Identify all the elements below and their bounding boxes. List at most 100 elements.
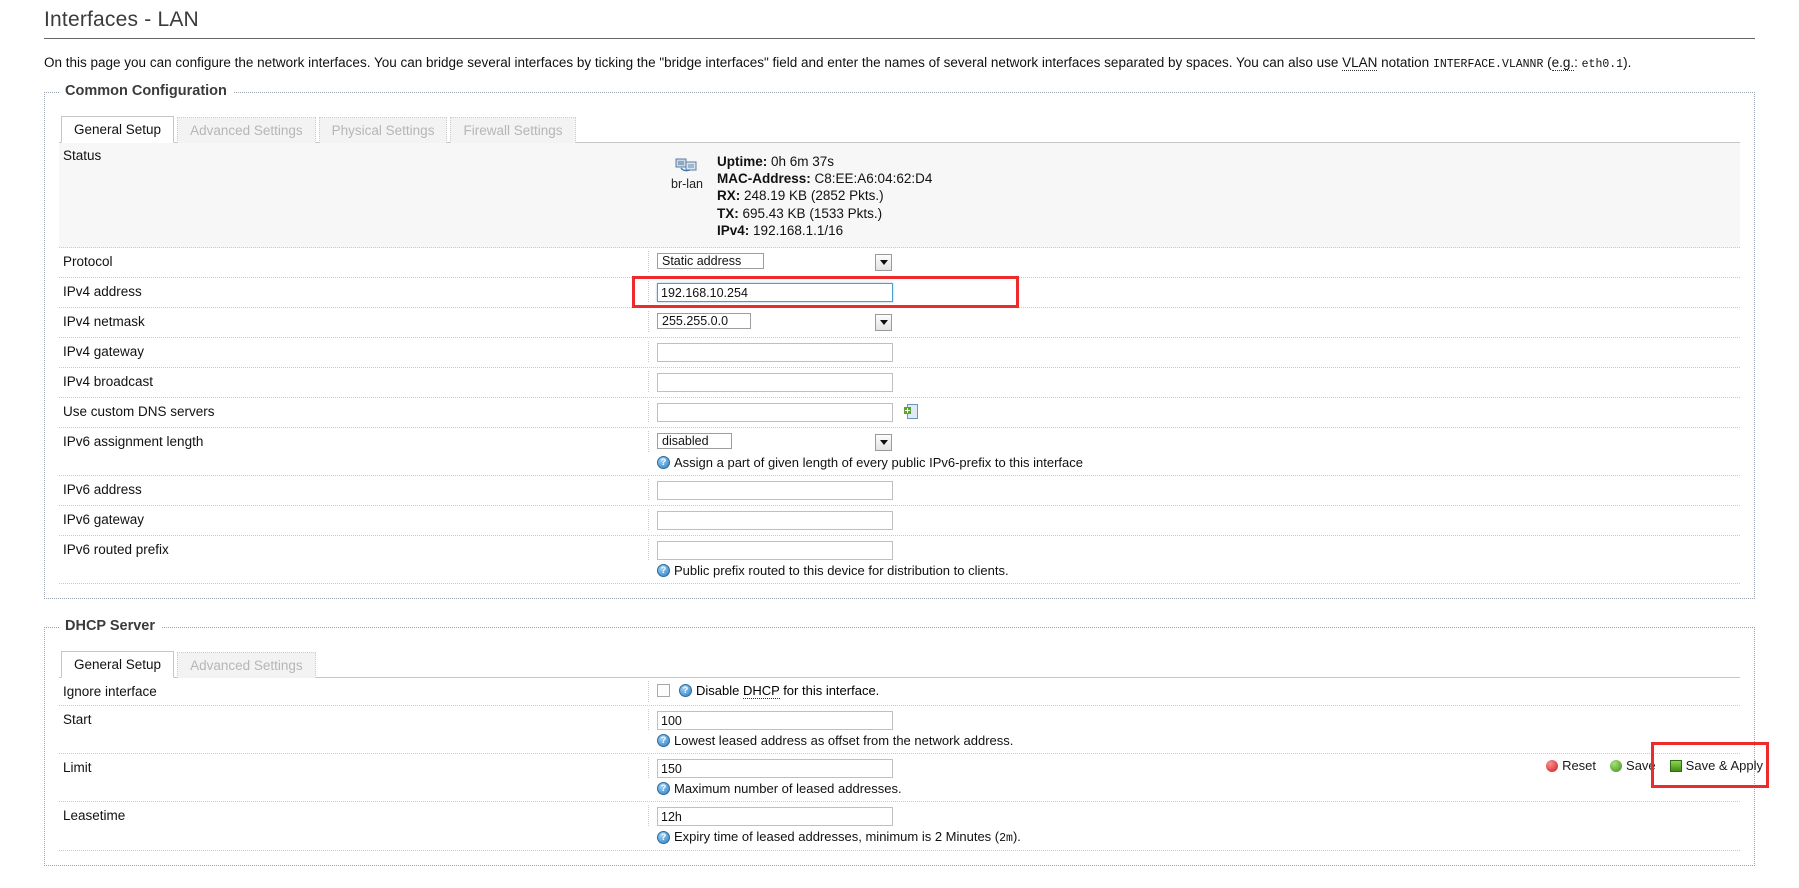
chevron-down-icon[interactable] [875, 434, 892, 451]
ipv6-address-input[interactable] [657, 481, 893, 500]
intro-text-4: : [1574, 55, 1582, 70]
status-val-mac: C8:EE:A6:04:62:D4 [815, 171, 933, 186]
ipv4-netmask-select[interactable]: 255.255.0.0 [657, 313, 893, 332]
ipv6-assignment-length-label: IPv6 assignment length [59, 431, 649, 452]
ipv4-address-label: IPv4 address [59, 281, 649, 302]
common-configuration-legend: Common Configuration [59, 83, 233, 99]
help-icon: ? [657, 564, 670, 577]
ipv4-gateway-input[interactable] [657, 343, 893, 362]
eg-abbr: e.g. [1552, 55, 1575, 71]
dhcp-tab-general-setup[interactable]: General Setup [61, 651, 174, 678]
save-apply-button[interactable]: Save & Apply [1668, 756, 1765, 775]
intro-text-3: ( [1543, 55, 1551, 70]
status-val-rx: 248.19 KB (2852 Pkts.) [744, 188, 884, 203]
ipv4-address-value [649, 281, 1740, 304]
dhcp-leasetime-label: Leasetime [59, 805, 649, 826]
save-apply-icon [1670, 760, 1682, 772]
ignore-interface-label: Ignore interface [59, 681, 649, 702]
dhcp-start-input[interactable] [657, 711, 893, 730]
ignore-interface-hint: Disable DHCP for this interface. [696, 683, 879, 698]
dhcp-server-fieldset: DHCP Server General Setup Advanced Setti… [44, 627, 1755, 866]
save-apply-button-label: Save & Apply [1686, 758, 1763, 773]
ipv6-address-value [649, 479, 1740, 502]
luci-interfaces-lan-page: Interfaces - LAN On this page you can co… [0, 8, 1799, 888]
common-configuration-tabs: General Setup Advanced Settings Physical… [59, 115, 1740, 143]
row-ipv6-assignment-length: IPv6 assignment length disabled ? Assign… [59, 428, 1740, 476]
ipv6-routed-prefix-hint: ? Public prefix routed to this device fo… [657, 563, 1740, 578]
save-button[interactable]: Save [1608, 756, 1658, 775]
ignore-interface-checkbox[interactable] [657, 684, 670, 697]
status-val-uptime: 0h 6m 37s [771, 154, 834, 169]
protocol-value: Static address [649, 251, 1740, 274]
ipv6-address-label: IPv6 address [59, 479, 649, 500]
form-action-buttons: Reset Save Save & Apply [1544, 756, 1765, 775]
ipv4-broadcast-input[interactable] [657, 373, 893, 392]
row-dhcp-limit: Limit ? Maximum number of leased address… [59, 754, 1740, 802]
dhcp-limit-input[interactable] [657, 759, 893, 778]
row-protocol: Protocol Static address [59, 248, 1740, 278]
reset-button[interactable]: Reset [1544, 756, 1598, 775]
add-document-icon[interactable] [904, 404, 918, 420]
protocol-select[interactable]: Static address [657, 253, 893, 272]
ipv6-routed-prefix-input[interactable] [657, 541, 893, 560]
tab-physical-settings[interactable]: Physical Settings [319, 117, 448, 143]
tab-firewall-settings[interactable]: Firewall Settings [450, 117, 575, 143]
ipv4-address-input[interactable] [657, 283, 893, 302]
ignore-interface-hint-pre: Disable [696, 683, 743, 698]
row-ipv4-address: IPv4 address [59, 278, 1740, 308]
eth0-code: eth0.1 [1582, 58, 1623, 71]
row-ipv4-netmask: IPv4 netmask 255.255.0.0 [59, 308, 1740, 338]
ipv4-netmask-select-value: 255.255.0.0 [657, 313, 751, 329]
interface-icon-column: br-lan [657, 153, 717, 191]
dhcp-start-value: ? Lowest leased address as offset from t… [649, 709, 1740, 750]
ipv6-routed-prefix-hint-text: Public prefix routed to this device for … [674, 563, 1009, 578]
ipv4-broadcast-value [649, 371, 1740, 394]
row-dhcp-start: Start ? Lowest leased address as offset … [59, 706, 1740, 754]
status-line-mac: MAC-Address: C8:EE:A6:04:62:D4 [717, 170, 932, 187]
vlan-abbr: VLAN [1342, 55, 1377, 71]
common-configuration-rows: Status [59, 143, 1740, 584]
ipv6-assignment-length-select[interactable]: disabled [657, 433, 893, 452]
ipv4-gateway-value [649, 341, 1740, 364]
custom-dns-value [649, 401, 1740, 424]
leasetime-hint-pre: Expiry time of leased addresses, minimum… [674, 829, 999, 844]
interface-vlannr-code: INTERFACE.VLANNR [1433, 58, 1543, 71]
dhcp-leasetime-input[interactable] [657, 807, 893, 826]
row-dhcp-leasetime: Leasetime ? Expiry time of leased addres… [59, 802, 1740, 851]
dhcp-leasetime-hint-text: Expiry time of leased addresses, minimum… [674, 829, 1021, 845]
ipv6-assignment-length-value: disabled ? Assign a part of given length… [649, 431, 1740, 472]
ipv6-routed-prefix-value: ? Public prefix routed to this device fo… [649, 539, 1740, 580]
help-icon: ? [657, 734, 670, 747]
chevron-down-icon[interactable] [875, 254, 892, 271]
dhcp-start-hint: ? Lowest leased address as offset from t… [657, 733, 1740, 748]
row-status: Status [59, 143, 1740, 248]
status-details: Uptime: 0h 6m 37s MAC-Address: C8:EE:A6:… [717, 153, 932, 239]
row-ipv4-gateway: IPv4 gateway [59, 338, 1740, 368]
dhcp-server-legend: DHCP Server [59, 618, 161, 634]
dhcp-start-label: Start [59, 709, 649, 730]
ipv4-gateway-label: IPv4 gateway [59, 341, 649, 362]
custom-dns-input[interactable] [657, 403, 893, 422]
ipv4-broadcast-label: IPv4 broadcast [59, 371, 649, 392]
row-ipv4-broadcast: IPv4 broadcast [59, 368, 1740, 398]
chevron-down-icon[interactable] [875, 314, 892, 331]
page-title: Interfaces - LAN [44, 8, 1799, 32]
intro-text-2: notation [1377, 55, 1433, 70]
tab-general-setup[interactable]: General Setup [61, 116, 174, 143]
dhcp-limit-hint: ? Maximum number of leased addresses. [657, 781, 1740, 796]
status-key-uptime: Uptime: [717, 154, 767, 169]
dhcp-limit-label: Limit [59, 757, 649, 778]
ipv6-gateway-input[interactable] [657, 511, 893, 530]
save-icon [1610, 760, 1622, 772]
common-configuration-fieldset: Common Configuration General Setup Advan… [44, 92, 1755, 599]
row-custom-dns-servers: Use custom DNS servers [59, 398, 1740, 428]
title-divider [44, 38, 1755, 39]
dhcp-tab-advanced-settings[interactable]: Advanced Settings [177, 652, 316, 678]
row-ipv6-gateway: IPv6 gateway [59, 506, 1740, 536]
interface-name: br-lan [671, 177, 703, 191]
tab-advanced-settings[interactable]: Advanced Settings [177, 117, 316, 143]
status-line-rx: RX: 248.19 KB (2852 Pkts.) [717, 187, 932, 204]
status-val-tx: 695.43 KB (1533 Pkts.) [743, 206, 883, 221]
help-icon: ? [657, 456, 670, 469]
ipv6-assignment-length-hint-text: Assign a part of given length of every p… [674, 455, 1083, 470]
